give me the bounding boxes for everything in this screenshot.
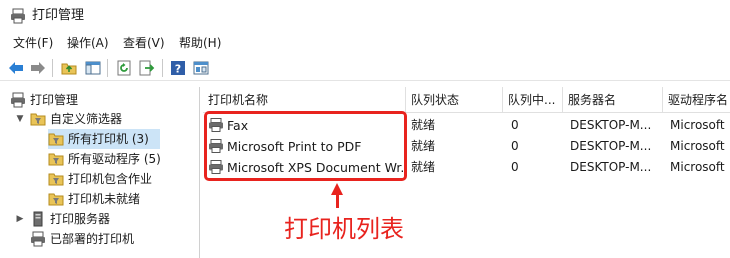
toolbar: ? <box>0 55 730 81</box>
tree-item-deployed-printers[interactable]: 已部署的打印机 <box>30 229 134 249</box>
menu-file[interactable]: 文件(F) <box>12 35 54 51</box>
column-header-driver-name[interactable]: 驱动程序名 <box>663 87 730 113</box>
tree-item-printers-not-ready[interactable]: 打印机未就绪 <box>48 189 140 209</box>
toolbar-separator <box>107 59 108 77</box>
menu-bar: 文件(F) 操作(A) 查看(V) 帮助(H) <box>0 33 730 53</box>
back-icon[interactable] <box>6 58 26 78</box>
jobs-count: 0 <box>511 139 519 153</box>
jobs-count: 0 <box>511 118 519 132</box>
tree-label: 打印机未就绪 <box>68 192 141 206</box>
navigation-tree: 打印管理 ▼ 自定义筛选器 所有打印机 (3) 所有驱动程序 (5) 打印机包含… <box>0 87 200 258</box>
properties-icon[interactable] <box>191 58 211 78</box>
printer-icon <box>30 231 46 247</box>
queue-status: 就绪 <box>411 118 436 132</box>
help-icon[interactable]: ? <box>168 58 188 78</box>
column-header-server-name[interactable]: 服务器名 <box>563 87 663 113</box>
column-header-name[interactable]: 打印机名称 <box>203 87 406 113</box>
tree-label: 打印服务器 <box>50 212 111 226</box>
window-title: 打印管理 <box>32 8 85 23</box>
refresh-icon[interactable] <box>114 58 134 78</box>
menu-help[interactable]: 帮助(H) <box>178 35 222 51</box>
annotation-highlight-box <box>204 111 407 181</box>
chevron-down-icon[interactable]: ▼ <box>15 114 25 124</box>
server-name: DESKTOP-M... <box>570 139 652 153</box>
filter-folder-icon <box>48 131 64 147</box>
server-name: DESKTOP-M... <box>570 118 652 132</box>
tree-item-print-servers[interactable]: 打印服务器 <box>30 209 110 229</box>
queue-status: 就绪 <box>411 160 436 174</box>
jobs-count: 0 <box>511 160 519 174</box>
tree-item-printers-with-jobs[interactable]: 打印机包含作业 <box>48 169 152 189</box>
driver-name: Microsoft <box>670 139 725 153</box>
tree-label: 自定义筛选器 <box>50 112 123 126</box>
tree-label: 已部署的打印机 <box>50 232 135 246</box>
svg-text:?: ? <box>175 63 181 76</box>
tree-item-custom-filters[interactable]: 自定义筛选器 <box>30 109 122 129</box>
printer-icon <box>10 92 26 108</box>
print-management-icon <box>10 8 26 24</box>
column-header-queue-status[interactable]: 队列状态 <box>406 87 503 113</box>
filter-folder-icon <box>30 111 46 127</box>
toolbar-separator <box>52 59 53 77</box>
filter-folder-icon <box>48 151 64 167</box>
column-header-jobs-in-queue[interactable]: 队列中... <box>503 87 563 113</box>
show-tree-icon[interactable] <box>83 58 103 78</box>
annotation-label: 打印机列表 <box>284 215 404 243</box>
export-icon[interactable] <box>137 58 157 78</box>
tree-item-print-management[interactable]: 打印管理 <box>10 90 78 110</box>
menu-view[interactable]: 查看(V) <box>122 35 166 51</box>
tree-label: 所有驱动程序 (5) <box>68 152 161 166</box>
toolbar-separator <box>162 59 163 77</box>
server-icon <box>30 211 46 227</box>
annotation-arrow-shaft <box>336 192 339 208</box>
chevron-right-icon[interactable]: ▶ <box>15 214 25 224</box>
filter-folder-icon <box>48 191 64 207</box>
queue-status: 就绪 <box>411 139 436 153</box>
driver-name: Microsoft <box>670 118 725 132</box>
filter-folder-icon <box>48 171 64 187</box>
title-bar: 打印管理 <box>0 0 730 32</box>
tree-label: 所有打印机 (3) <box>68 132 149 146</box>
tree-label: 打印管理 <box>30 93 79 107</box>
forward-icon[interactable] <box>28 58 48 78</box>
tree-label: 打印机包含作业 <box>68 172 153 186</box>
server-name: DESKTOP-M... <box>570 160 652 174</box>
menu-action[interactable]: 操作(A) <box>66 35 110 51</box>
driver-name: Microsoft <box>670 160 725 174</box>
tree-item-all-drivers[interactable]: 所有驱动程序 (5) <box>48 149 161 169</box>
up-folder-icon[interactable] <box>59 58 79 78</box>
tree-item-all-printers[interactable]: 所有打印机 (3) <box>48 129 160 149</box>
